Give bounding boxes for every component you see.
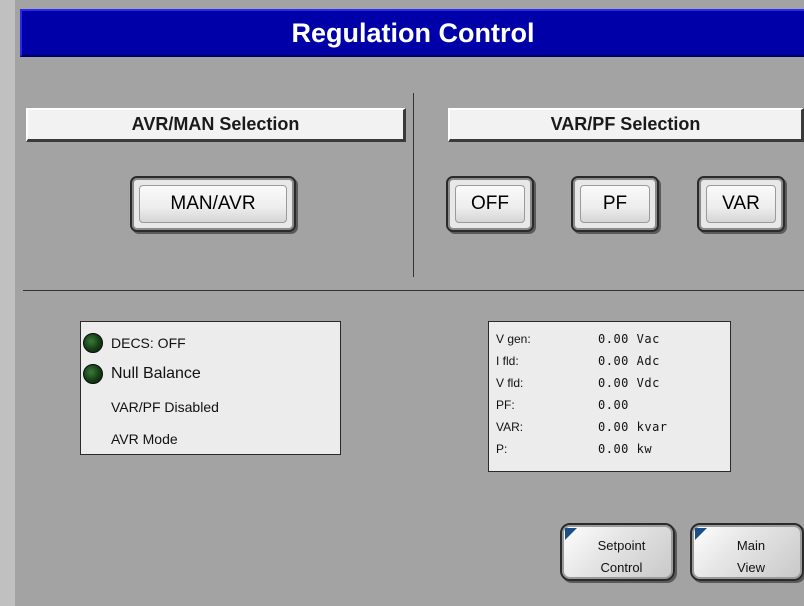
off-button[interactable]: OFF bbox=[446, 176, 534, 232]
avr-man-selection-header: AVR/MAN Selection bbox=[26, 108, 406, 142]
var-pf-selection-label: VAR/PF Selection bbox=[550, 114, 701, 134]
setpoint-control-button[interactable]: Setpoint Control bbox=[560, 523, 675, 581]
readout-row-pf: PF: 0.00 bbox=[496, 398, 726, 416]
readout-row-v-fld: V fld: 0.00 Vdc bbox=[496, 376, 726, 394]
decs-indicator-led-icon bbox=[83, 333, 103, 353]
man-avr-button[interactable]: MAN/AVR bbox=[130, 176, 296, 232]
mode-text: AVR Mode bbox=[111, 431, 178, 447]
hmi-screen: Regulation Control AVR/MAN Selection VAR… bbox=[15, 0, 804, 606]
title-bar: Regulation Control bbox=[20, 9, 804, 57]
mode-row: AVR Mode bbox=[111, 431, 178, 447]
off-button-label: OFF bbox=[471, 193, 509, 214]
main-view-label-line2: View bbox=[737, 560, 765, 575]
setpoint-control-label: Setpoint Control bbox=[576, 535, 667, 579]
setpoint-label-line1: Setpoint bbox=[597, 538, 646, 553]
readout-value: 0.00 Adc bbox=[598, 354, 660, 368]
readout-value: 0.00 kw bbox=[598, 442, 653, 456]
readout-label: V fld: bbox=[496, 376, 524, 390]
avr-man-selection-label: AVR/MAN Selection bbox=[131, 114, 300, 134]
null-balance-row: Null Balance bbox=[81, 364, 201, 384]
readout-value: 0.00 kvar bbox=[598, 420, 668, 434]
readout-row-i-fld: I fld: 0.00 Adc bbox=[496, 354, 726, 372]
readout-row-v-gen: V gen: 0.00 Vac bbox=[496, 332, 726, 350]
pf-button-label: PF bbox=[602, 193, 628, 214]
decs-status-row: DECS: OFF bbox=[81, 333, 186, 353]
main-view-button[interactable]: Main View bbox=[690, 523, 804, 581]
readout-row-var: VAR: 0.00 kvar bbox=[496, 420, 726, 438]
readout-label: V gen: bbox=[496, 332, 531, 346]
readout-label: I fld: bbox=[496, 354, 519, 368]
page-title: Regulation Control bbox=[291, 17, 535, 48]
status-panel: DECS: OFF Null Balance VAR/PF Disabled A… bbox=[80, 321, 341, 455]
main-view-label-line1: Main bbox=[736, 538, 766, 553]
man-avr-button-label: MAN/AVR bbox=[170, 193, 256, 214]
readout-value: 0.00 bbox=[598, 398, 629, 412]
var-pf-state-row: VAR/PF Disabled bbox=[111, 399, 219, 415]
null-balance-indicator-led-icon bbox=[83, 364, 103, 384]
readout-label: PF: bbox=[496, 398, 515, 412]
setpoint-label-line2: Control bbox=[600, 560, 643, 575]
var-button[interactable]: VAR bbox=[697, 176, 785, 232]
decs-status-text: DECS: OFF bbox=[111, 335, 186, 351]
readout-value: 0.00 Vac bbox=[598, 332, 660, 346]
readout-panel: V gen: 0.00 Vac I fld: 0.00 Adc V fld: 0… bbox=[488, 321, 731, 472]
vertical-divider bbox=[413, 93, 414, 277]
readout-row-p: P: 0.00 kw bbox=[496, 442, 726, 460]
readout-label: P: bbox=[496, 442, 508, 456]
readout-value: 0.00 Vdc bbox=[598, 376, 660, 390]
var-button-label: VAR bbox=[722, 193, 760, 214]
readout-label: VAR: bbox=[496, 420, 524, 434]
var-pf-state-text: VAR/PF Disabled bbox=[111, 399, 219, 415]
pf-button[interactable]: PF bbox=[571, 176, 659, 232]
var-pf-selection-header: VAR/PF Selection bbox=[448, 108, 804, 142]
horizontal-divider bbox=[23, 290, 804, 291]
main-view-label: Main View bbox=[706, 535, 796, 579]
null-balance-text: Null Balance bbox=[111, 365, 201, 382]
